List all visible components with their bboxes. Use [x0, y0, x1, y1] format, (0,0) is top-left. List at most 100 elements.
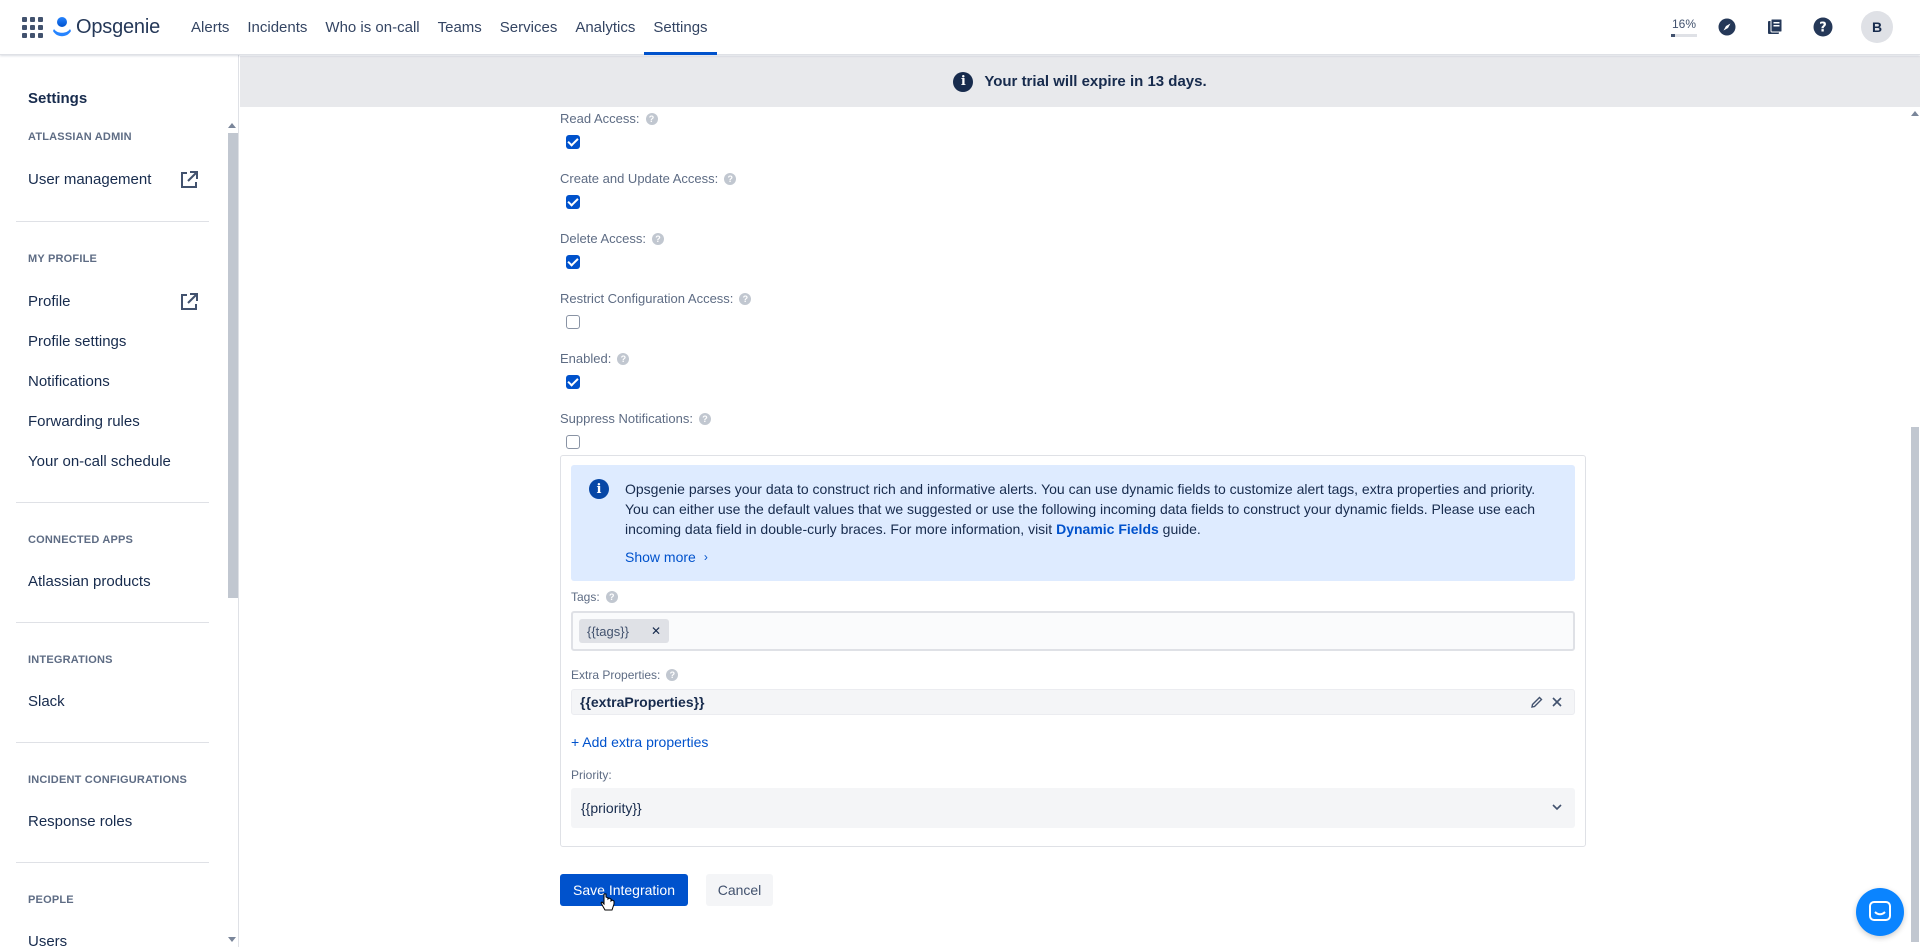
settings-sidebar: Settings ATLASSIAN ADMIN User management… — [0, 55, 239, 947]
show-more-link[interactable]: Show more › — [625, 549, 708, 565]
pencil-icon[interactable] — [1530, 695, 1544, 709]
opsgenie-logo-icon — [53, 17, 71, 37]
cancel-button[interactable]: Cancel — [706, 874, 773, 906]
read-access-checkbox[interactable] — [566, 135, 580, 149]
chat-widget-button[interactable] — [1856, 888, 1904, 936]
help-icon[interactable]: ? — [605, 591, 618, 603]
sidebar-item-slack[interactable]: Slack — [28, 693, 65, 710]
read-access-label: Read Access: ? — [560, 111, 658, 126]
delete-access-checkbox[interactable] — [566, 255, 580, 269]
sidebar-item-users[interactable]: Users — [28, 933, 67, 947]
create-update-access-label: Create and Update Access: ? — [560, 171, 737, 186]
sidebar-section-people: PEOPLE — [28, 894, 74, 906]
tag-chip: {{tags}} ✕ — [579, 619, 670, 643]
help-icon[interactable]: ? — [666, 669, 679, 681]
logo-text: Opsgenie — [76, 15, 161, 38]
main-nav: Alerts Incidents Who is on-call Teams Se… — [182, 0, 717, 55]
nav-services[interactable]: Services — [491, 0, 567, 55]
sidebar-section-integrations: INTEGRATIONS — [28, 654, 113, 666]
extra-property-row: {{extraProperties}} — [571, 689, 1575, 715]
priority-label: Priority: — [571, 768, 612, 782]
external-link-icon[interactable] — [178, 169, 200, 191]
main-scroll-up[interactable] — [1911, 111, 1919, 116]
sidebar-item-user-management[interactable]: User management — [28, 171, 151, 188]
nav-teams[interactable]: Teams — [429, 0, 491, 55]
create-update-access-label-text: Create and Update Access: — [560, 171, 719, 186]
close-icon[interactable] — [1550, 695, 1564, 709]
help-icon[interactable]: ? — [698, 412, 711, 425]
compass-icon[interactable] — [1717, 17, 1737, 37]
nav-settings[interactable]: Settings — [644, 0, 717, 55]
sidebar-item-on-call-schedule[interactable]: Your on-call schedule — [28, 453, 171, 470]
nav-who-is-on-call[interactable]: Who is on-call — [316, 0, 428, 55]
sidebar-scrollbar-thumb[interactable] — [228, 133, 238, 598]
read-access-label-text: Read Access: — [560, 111, 640, 126]
external-link-icon[interactable] — [178, 291, 200, 313]
help-icon[interactable]: ? — [1813, 17, 1833, 37]
info-text-after: guide. — [1158, 521, 1201, 537]
sidebar-scroll-up[interactable] — [228, 123, 236, 128]
sidebar-section-incident-configurations: INCIDENT CONFIGURATIONS — [28, 774, 188, 786]
sidebar-section-atlassian-admin: ATLASSIAN ADMIN — [28, 131, 132, 143]
sidebar-divider — [16, 862, 209, 863]
priority-value: {{priority}} — [581, 800, 642, 816]
restrict-config-access-label-text: Restrict Configuration Access: — [560, 291, 734, 306]
sidebar-item-profile[interactable]: Profile — [28, 293, 71, 310]
main-scrollbar-thumb[interactable] — [1911, 427, 1919, 942]
sidebar-item-profile-settings[interactable]: Profile settings — [28, 333, 126, 350]
integration-form: Read Access: ? Create and Update Access:… — [240, 107, 1920, 947]
create-update-access-checkbox[interactable] — [566, 195, 580, 209]
tag-chip-label: {{tags}} — [587, 623, 629, 639]
trial-progress[interactable]: 16% — [1671, 17, 1697, 37]
chat-icon — [1869, 901, 1891, 921]
restrict-config-access-checkbox[interactable] — [566, 315, 580, 329]
restrict-config-access-label: Restrict Configuration Access: ? — [560, 291, 752, 306]
sidebar-scroll-down[interactable] — [228, 937, 236, 942]
sidebar-item-forwarding-rules[interactable]: Forwarding rules — [28, 413, 140, 430]
sidebar-item-notifications[interactable]: Notifications — [28, 373, 110, 390]
suppress-notifications-label: Suppress Notifications: ? — [560, 411, 711, 426]
opsgenie-logo[interactable]: Opsgenie — [53, 16, 160, 39]
priority-select[interactable]: {{priority}} — [571, 788, 1575, 828]
delete-access-label: Delete Access: ? — [560, 231, 664, 246]
nav-alerts[interactable]: Alerts — [182, 0, 238, 55]
save-integration-button[interactable]: Save Integration — [560, 874, 688, 906]
dynamic-fields-info-text: Opsgenie parses your data to construct r… — [625, 479, 1560, 539]
suppress-notifications-checkbox[interactable] — [566, 435, 580, 449]
help-icon[interactable]: ? — [652, 232, 664, 245]
nav-incidents[interactable]: Incidents — [238, 0, 316, 55]
sidebar-divider — [16, 502, 209, 503]
enabled-label-text: Enabled: — [560, 351, 612, 366]
sidebar-item-atlassian-products[interactable]: Atlassian products — [28, 573, 151, 590]
help-icon[interactable]: ? — [617, 352, 630, 365]
extra-properties-label-text: Extra Properties: — [571, 668, 661, 682]
help-icon[interactable]: ? — [724, 172, 737, 185]
chevron-right-icon: › — [703, 550, 708, 564]
tags-input[interactable]: {{tags}} ✕ — [571, 611, 1575, 651]
enabled-checkbox[interactable] — [566, 375, 580, 389]
suppress-notifications-label-text: Suppress Notifications: — [560, 411, 693, 426]
sidebar-title: Settings — [28, 90, 88, 107]
tags-label-text: Tags: — [571, 590, 600, 604]
book-icon[interactable] — [1765, 17, 1785, 37]
app-switcher-icon[interactable] — [21, 16, 43, 38]
trial-progress-fill — [1671, 34, 1676, 37]
info-icon: i — [589, 479, 609, 499]
enabled-label: Enabled: ? — [560, 351, 630, 366]
trial-banner: i Your trial will expire in 13 days. — [240, 56, 1920, 107]
nav-right-tools: 16% ? B — [1671, 11, 1893, 43]
add-extra-properties-link[interactable]: + Add extra properties — [571, 734, 708, 750]
sidebar-item-response-roles[interactable]: Response roles — [28, 813, 132, 830]
sidebar-divider — [16, 742, 209, 743]
help-icon[interactable]: ? — [739, 292, 752, 305]
show-more-label: Show more — [625, 549, 696, 565]
svg-text:?: ? — [1819, 21, 1827, 36]
remove-tag-icon[interactable]: ✕ — [651, 624, 661, 638]
nav-analytics[interactable]: Analytics — [566, 0, 644, 55]
help-icon[interactable]: ? — [645, 112, 658, 125]
sidebar-divider — [16, 221, 209, 222]
user-avatar[interactable]: B — [1861, 11, 1893, 43]
tags-label: Tags: ? — [571, 590, 618, 604]
dynamic-fields-link[interactable]: Dynamic Fields — [1056, 521, 1159, 537]
dynamic-fields-info: i Opsgenie parses your data to construct… — [571, 465, 1575, 581]
